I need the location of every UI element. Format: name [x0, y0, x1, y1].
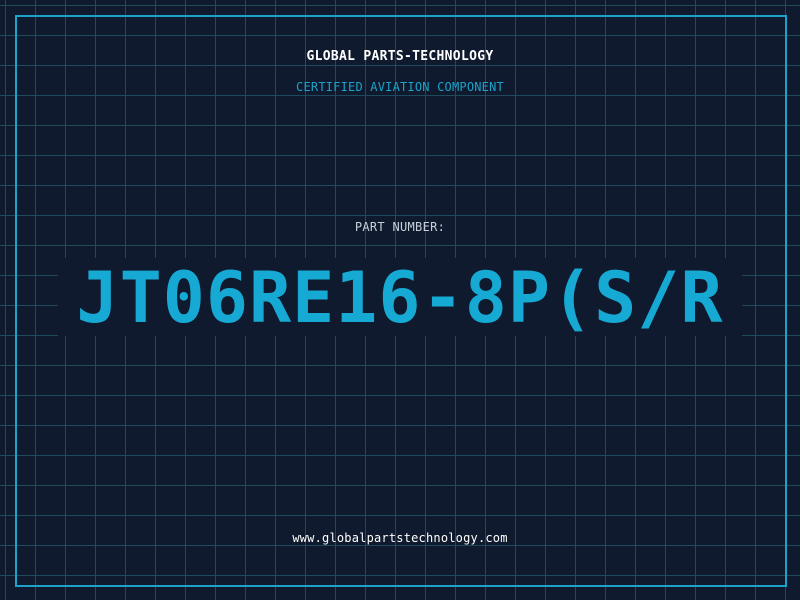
website-url: www.globalpartstechnology.com	[292, 531, 508, 545]
company-name: GLOBAL PARTS-TECHNOLOGY	[306, 49, 494, 64]
label-card: GLOBAL PARTS-TECHNOLOGY CERTIFIED AVIATI…	[0, 0, 800, 600]
certification-tagline: CERTIFIED AVIATION COMPONENT	[296, 80, 504, 94]
part-number-label: PART NUMBER:	[354, 220, 446, 234]
part-number-value: JT06RE16-8P(S/R	[76, 257, 724, 339]
